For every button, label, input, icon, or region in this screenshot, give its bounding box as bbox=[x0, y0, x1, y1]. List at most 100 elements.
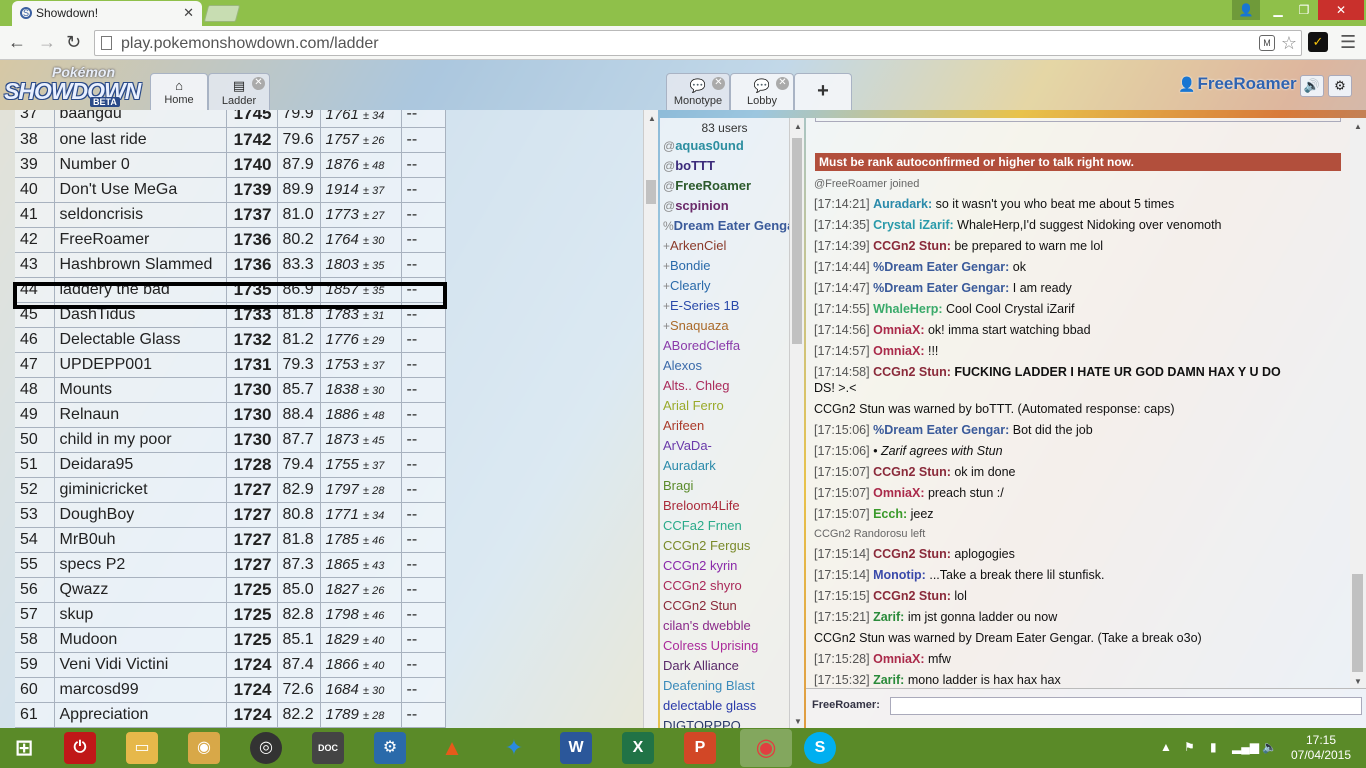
userlist-item[interactable]: Dark Alliance bbox=[660, 658, 789, 678]
power-app-icon[interactable]: ⏻ bbox=[64, 732, 96, 764]
url-text[interactable]: play.pokemonshowdown.com/ladder bbox=[121, 35, 379, 53]
ladder-username[interactable]: Relnaun bbox=[54, 402, 227, 428]
scroll-thumb[interactable] bbox=[646, 180, 656, 204]
ladder-username[interactable]: MrB0uh bbox=[54, 527, 227, 553]
ladder-username[interactable]: Hashbrown Slammed bbox=[54, 252, 227, 278]
forward-icon[interactable]: → bbox=[38, 32, 56, 53]
chat-username[interactable]: %Dream Eater Gengar: bbox=[873, 260, 1009, 274]
userlist-item[interactable]: +Clearly bbox=[660, 278, 789, 298]
scroll-up-icon[interactable]: ▲ bbox=[648, 114, 656, 123]
close-icon[interactable]: ✕ bbox=[776, 77, 789, 90]
tab-ladder[interactable]: ▤ Ladder ✕ bbox=[208, 73, 270, 110]
userlist-item[interactable]: ABoredCleffa bbox=[660, 338, 789, 358]
userlist-item[interactable]: CCGn2 shyro bbox=[660, 578, 789, 598]
ladder-username[interactable]: UPDEPP001 bbox=[54, 352, 227, 378]
scroll-up-icon[interactable]: ▲ bbox=[1354, 122, 1362, 131]
userlist-item[interactable]: Colress Uprising bbox=[660, 638, 789, 658]
ladder-username[interactable]: Deidara95 bbox=[54, 452, 227, 478]
scroll-down-icon[interactable]: ▼ bbox=[1354, 677, 1362, 686]
chat-username[interactable]: OmniaX: bbox=[873, 344, 924, 358]
ladder-username[interactable]: giminicricket bbox=[54, 477, 227, 503]
chat-username[interactable]: CCGn2 Stun: bbox=[873, 365, 951, 379]
chat-username[interactable]: Zarif: bbox=[873, 610, 904, 624]
username-display[interactable]: 👤 FreeRoamer bbox=[1178, 74, 1297, 98]
ladder-username[interactable]: baangdu bbox=[54, 110, 227, 128]
battery-icon[interactable]: ▮ bbox=[1210, 740, 1217, 754]
ladder-username[interactable]: DoughBoy bbox=[54, 502, 227, 528]
sound-button[interactable]: 🔊 bbox=[1300, 75, 1324, 97]
userlist-item[interactable]: +Snaquaza bbox=[660, 318, 789, 338]
new-tab-button[interactable] bbox=[203, 5, 241, 22]
ladder-username[interactable]: child in my poor bbox=[54, 427, 227, 453]
paint-app-icon[interactable]: ✦ bbox=[498, 732, 530, 764]
back-icon[interactable]: ← bbox=[8, 32, 26, 53]
show-hidden-icons-icon[interactable]: ▲ bbox=[1160, 740, 1172, 754]
userlist-item[interactable]: CCGn2 Stun bbox=[660, 598, 789, 618]
chat-username[interactable]: CCGn2 Stun: bbox=[873, 589, 951, 603]
scroll-down-icon[interactable]: ▼ bbox=[794, 717, 802, 726]
ladder-username[interactable]: FreeRoamer bbox=[54, 227, 227, 253]
settings-gear-icon[interactable]: ⚙ bbox=[1328, 75, 1352, 97]
userlist-item[interactable]: ArVaDa- bbox=[660, 438, 789, 458]
close-tab-icon[interactable]: ✕ bbox=[183, 5, 194, 21]
userlist-item[interactable]: cilan's dwebble bbox=[660, 618, 789, 638]
userlist-scrollbar[interactable]: ▲ ▼ bbox=[790, 118, 804, 728]
userlist-item[interactable]: Alts.. Chleg bbox=[660, 378, 789, 398]
ladder-username[interactable]: Delectable Glass bbox=[54, 327, 227, 353]
browser-tab[interactable]: S Showdown! ✕ bbox=[12, 1, 202, 26]
userlist-item[interactable]: +ArkenCiel bbox=[660, 238, 789, 258]
chat-username[interactable]: Auradark: bbox=[873, 197, 932, 211]
ladder-username[interactable]: one last ride bbox=[54, 127, 227, 153]
chat-username[interactable]: CCGn2 Stun: bbox=[873, 547, 951, 561]
close-icon[interactable]: ✕ bbox=[252, 77, 265, 90]
close-icon[interactable]: ✕ bbox=[712, 77, 725, 90]
userlist-item[interactable]: delectable glass bbox=[660, 698, 789, 718]
restore-button[interactable]: ❐ bbox=[1290, 0, 1318, 20]
chat-username[interactable]: Monotip: bbox=[873, 568, 926, 582]
ladder-username[interactable]: Appreciation bbox=[54, 702, 227, 728]
chat-username[interactable]: Zarif: bbox=[873, 673, 904, 687]
bookmark-star-icon[interactable]: ☆ bbox=[1281, 33, 1297, 54]
file-explorer-icon[interactable]: ▭ bbox=[126, 732, 158, 764]
tab-monotype[interactable]: 💬 Monotype ✕ bbox=[666, 73, 730, 110]
speaker-app-icon[interactable]: ◎ bbox=[250, 732, 282, 764]
ladder-username[interactable]: skup bbox=[54, 602, 227, 628]
chat-username[interactable]: OmniaX: bbox=[873, 486, 924, 500]
userlist-item[interactable]: Breloom4Life bbox=[660, 498, 789, 518]
chat-username[interactable]: Crystal iZarif: bbox=[873, 218, 954, 232]
chat-username[interactable]: Ecch: bbox=[873, 507, 907, 521]
chat-username[interactable]: OmniaX: bbox=[873, 652, 924, 666]
userlist-item[interactable]: %Dream Eater Gengar bbox=[660, 218, 789, 238]
skype-icon[interactable]: S bbox=[804, 732, 836, 764]
ladder-username[interactable]: Mounts bbox=[54, 377, 227, 403]
userlist-item[interactable]: CCGn2 Fergus bbox=[660, 538, 789, 558]
ladder-username[interactable]: laddery the bad bbox=[54, 277, 227, 303]
userlist-item[interactable]: Auradark bbox=[660, 458, 789, 478]
word-icon[interactable]: W bbox=[560, 732, 592, 764]
scroll-thumb[interactable] bbox=[792, 138, 802, 344]
document-app-icon[interactable]: DOC bbox=[312, 732, 344, 764]
minimize-button[interactable]: ▁ bbox=[1264, 0, 1292, 20]
userlist-item[interactable]: Deafening Blast bbox=[660, 678, 789, 698]
powerpoint-icon[interactable]: P bbox=[684, 732, 716, 764]
userlist-item[interactable]: CCGn2 kyrin bbox=[660, 558, 789, 578]
excel-icon[interactable]: X bbox=[622, 732, 654, 764]
chat-username[interactable]: %Dream Eater Gengar: bbox=[873, 423, 1009, 437]
userlist-item[interactable]: @FreeRoamer bbox=[660, 178, 789, 198]
reload-icon[interactable]: ↻ bbox=[66, 32, 81, 53]
userlist-item[interactable]: Arial Ferro bbox=[660, 398, 789, 418]
ladder-username[interactable]: marcosd99 bbox=[54, 677, 227, 703]
userlist-item[interactable]: +Bondie bbox=[660, 258, 789, 278]
scroll-up-icon[interactable]: ▲ bbox=[794, 122, 802, 131]
chat-scrollbar[interactable]: ▲ ▼ bbox=[1350, 118, 1366, 688]
volume-icon[interactable]: 🔈 bbox=[1262, 740, 1277, 754]
user-icon[interactable]: 👤 bbox=[1232, 0, 1260, 20]
extension-icon[interactable]: M bbox=[1259, 35, 1275, 51]
action-center-flag-icon[interactable]: ⚑ bbox=[1184, 740, 1195, 754]
tab-home[interactable]: ⌂ Home bbox=[150, 73, 208, 110]
userlist-item[interactable]: @scpinion bbox=[660, 198, 789, 218]
chat-username[interactable]: OmniaX: bbox=[873, 323, 924, 337]
userlist-item[interactable]: CCFa2 Frnen bbox=[660, 518, 789, 538]
network-signal-icon[interactable]: ▂▄▆ bbox=[1232, 740, 1259, 754]
matlab-icon[interactable]: ▲ bbox=[436, 732, 468, 764]
